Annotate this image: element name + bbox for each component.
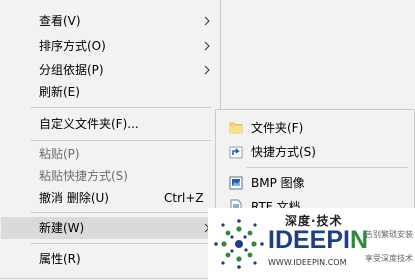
menu-separator: [30, 212, 211, 213]
menu-separator: [30, 140, 211, 141]
watermark-url: WWW.IDEEPIN.COM: [268, 258, 347, 267]
submenu-item-shortcut[interactable]: 快捷方式(S): [217, 140, 413, 164]
submenu-item-label: BMP 图像: [251, 176, 305, 190]
menu-separator: [246, 167, 408, 168]
menu-item-label: 查看(V): [39, 14, 81, 28]
menu-item-label: 属性(R): [39, 252, 81, 266]
menu-separator: [30, 107, 211, 108]
menu-item-customize-folder[interactable]: 自定义文件夹(F)...: [1, 113, 219, 135]
menu-item-label: 粘贴快捷方式(S): [39, 169, 128, 183]
menu-item-sort-by[interactable]: 排序方式(O): [1, 35, 219, 57]
bmp-image-icon: [229, 176, 243, 190]
watermark-brand-main: IDEEPI: [268, 226, 350, 254]
menu-item-new[interactable]: 新建(W): [1, 217, 219, 239]
submenu-item-label: 文件夹(F): [251, 121, 304, 135]
watermark-overlay: 深度·技术 IDEEPIN 告别繁琐安装 享受深度技术 WWW.IDEEPIN.…: [208, 208, 415, 280]
chevron-right-icon: [204, 16, 210, 26]
watermark-brand: IDEEPIN: [268, 226, 368, 254]
menu-item-shortcut: Ctrl+Z: [164, 191, 204, 205]
desktop-context-menu: 查看(V) 排序方式(O) 分组依据(P) 刷新(E) 自定义文件夹(F)...…: [0, 0, 221, 279]
menu-item-label: 刷新(E): [39, 85, 80, 99]
menu-separator: [30, 243, 211, 244]
menu-item-paste-shortcut: 粘贴快捷方式(S): [1, 165, 219, 187]
menu-item-label: 撤消 删除(U): [39, 191, 109, 205]
menu-item-label: 自定义文件夹(F)...: [39, 117, 139, 131]
watermark-slogan-2: 享受深度技术: [365, 254, 413, 263]
menu-item-label: 排序方式(O): [39, 39, 106, 53]
menu-item-refresh[interactable]: 刷新(E): [1, 81, 219, 103]
ideepin-logo-icon: [214, 219, 264, 269]
submenu-item-folder[interactable]: 文件夹(F): [217, 116, 413, 140]
folder-icon: [229, 122, 243, 134]
menu-item-label: 分组依据(P): [39, 63, 104, 77]
menu-item-view[interactable]: 查看(V): [1, 10, 219, 32]
chevron-right-icon: [204, 65, 210, 75]
menu-item-group-by[interactable]: 分组依据(P): [1, 59, 219, 81]
menu-item-properties[interactable]: 属性(R): [1, 248, 219, 270]
menu-item-undo-delete[interactable]: 撤消 删除(U) Ctrl+Z: [1, 187, 219, 209]
submenu-item-bmp-image[interactable]: BMP 图像: [217, 171, 413, 195]
menu-item-label: 粘贴(P): [39, 147, 80, 161]
menu-item-paste: 粘贴(P): [1, 143, 219, 165]
submenu-item-label: 快捷方式(S): [251, 145, 316, 159]
menu-item-label: 新建(W): [39, 221, 85, 235]
chevron-right-icon: [204, 41, 210, 51]
shortcut-icon: [229, 146, 243, 159]
watermark-slogan-1: 告别繁琐安装: [365, 230, 413, 239]
